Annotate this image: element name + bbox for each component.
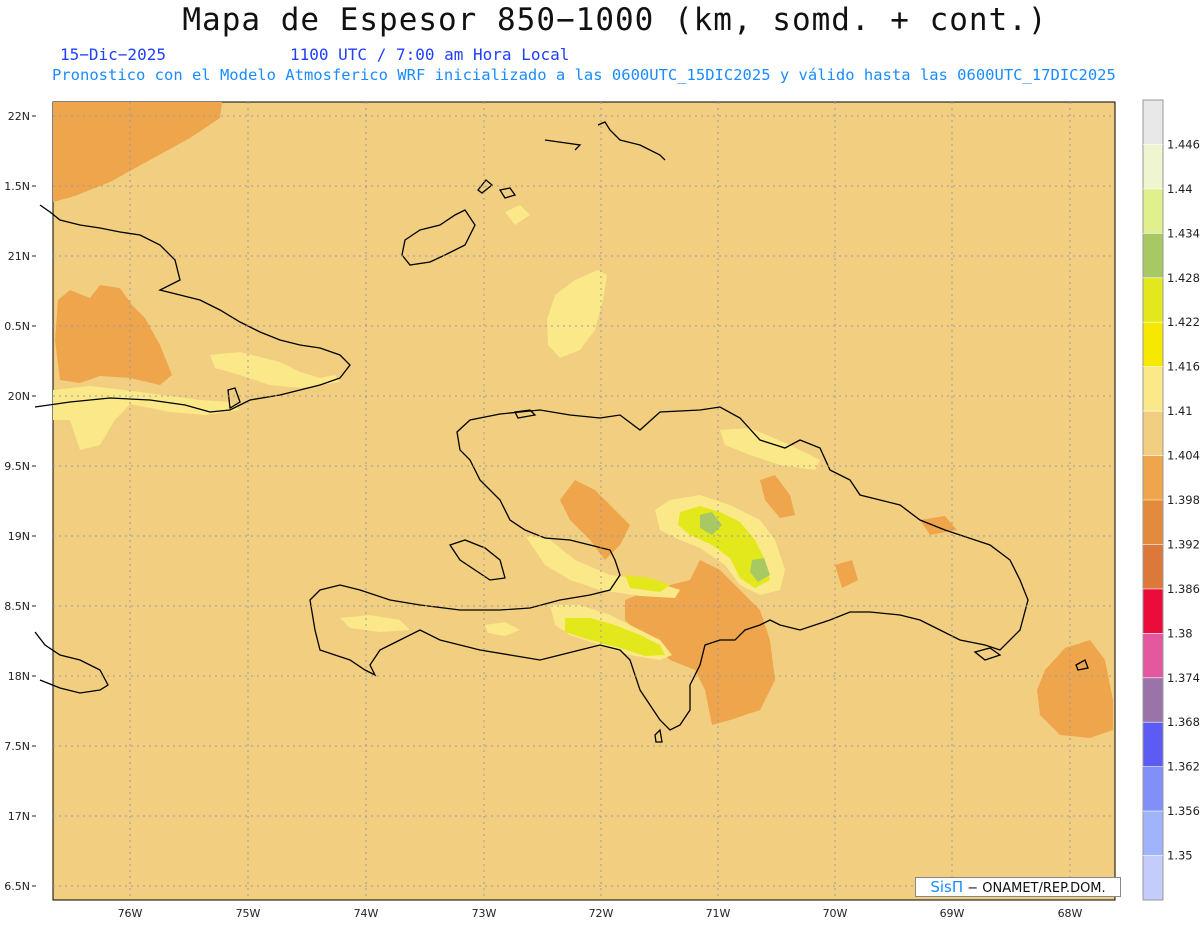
lat-label: 20N [8,390,30,403]
colorbar-swatch [1143,188,1163,234]
credit-brand: SisΠ [930,878,964,896]
colorbar-label: 1.422 [1167,315,1200,329]
lon-label: 72W [589,907,614,920]
colorbar-label: 1.41 [1167,404,1193,418]
colorbar-swatch [1143,811,1163,857]
colorbar-swatch [1143,455,1163,501]
colorbar-swatch [1143,500,1163,545]
credit-text: − ONAMET/REP.DOM. [967,881,1106,896]
lat-label: 0.5N [4,320,30,333]
colorbar-label: 1.398 [1167,493,1200,507]
lon-label: 74W [354,907,379,920]
colorbar-swatch [1143,366,1163,412]
colorbar-swatch [1143,766,1163,812]
thickness-map: 76W 75W 74W 73W 72W 71W 70W 69W 68W 22N … [4,99,1200,920]
colorbar-swatch [1143,277,1163,323]
lon-label: 76W [118,907,143,920]
colorbar-label: 1.44 [1167,182,1193,196]
lat-label: 6.5N [4,880,30,893]
colorbar-swatch [1143,411,1163,457]
colorbar-label: 1.392 [1167,537,1200,551]
colorbar-swatch [1143,144,1163,190]
colorbar-label: 1.374 [1167,671,1200,685]
latitude-labels: 22N 1.5N 21N 0.5N 20N 9.5N 19N 8.5N 18N … [4,110,30,893]
credit-box: SisΠ − ONAMET/REP.DOM. [915,877,1121,897]
lat-label: 21N [8,250,30,263]
colorbar-swatch [1143,855,1163,901]
colorbar-swatch [1143,722,1163,768]
lon-label: 69W [940,907,965,920]
longitude-labels: 76W 75W 74W 73W 72W 71W 70W 69W 68W [118,907,1083,920]
colorbar-label: 1.35 [1167,849,1193,863]
lon-label: 71W [706,907,731,920]
lat-label: 7.5N [4,740,30,753]
colorbar-label: 1.428 [1167,271,1200,285]
lat-label: 18N [8,670,30,683]
colorbar: 1.446 1.44 1.434 1.428 1.422 1.416 1.41 1.404 1.… [1142,99,1200,901]
colorbar-swatch [1143,322,1163,368]
colorbar-label: 1.356 [1167,804,1200,818]
colorbar-label: 1.38 [1167,626,1193,640]
colorbar-label: 1.362 [1167,760,1200,774]
colorbar-swatch [1143,588,1163,634]
colorbar-label: 1.368 [1167,715,1200,729]
lon-label: 70W [823,907,848,920]
colorbar-swatch [1143,544,1163,590]
lat-label: 9.5N [4,460,30,473]
lat-label: 1.5N [4,180,30,193]
colorbar-label: 1.416 [1167,360,1200,374]
colorbar-swatch [1143,633,1163,679]
lat-label: 17N [8,810,30,823]
colorbar-label: 1.446 [1167,137,1200,151]
colorbar-swatch [1143,677,1163,723]
colorbar-swatch [1143,233,1163,279]
lat-label: 22N [8,110,30,123]
lat-label: 8.5N [4,600,30,613]
lat-label: 19N [8,530,30,543]
colorbar-label: 1.404 [1167,449,1200,463]
lon-label: 68W [1058,907,1083,920]
lon-label: 75W [236,907,261,920]
colorbar-label: 1.434 [1167,226,1200,240]
lon-label: 73W [472,907,497,920]
colorbar-swatch [1143,100,1163,145]
colorbar-label: 1.386 [1167,582,1200,596]
lat-ticks [32,115,36,887]
